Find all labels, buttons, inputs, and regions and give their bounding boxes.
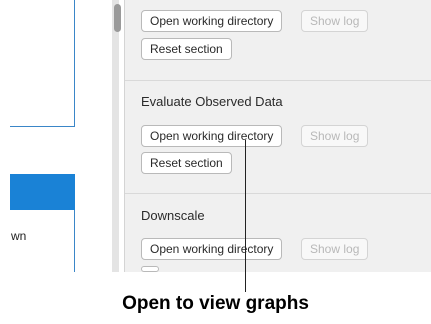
left-pane-selected-item[interactable] [10, 174, 75, 210]
sections-panel: Open working directory Show log Reset se… [124, 0, 431, 272]
reset-section-button[interactable] [141, 266, 159, 272]
left-pane-item-label: wn [11, 229, 27, 243]
scrollbar-thumb[interactable] [114, 4, 121, 32]
show-log-button[interactable]: Show log [301, 125, 369, 147]
section-title: Downscale [141, 208, 205, 223]
section-title: Evaluate Observed Data [141, 94, 283, 109]
reset-section-button[interactable]: Reset section [141, 38, 232, 60]
left-pane-border-lower [74, 210, 75, 272]
show-log-button[interactable]: Show log [301, 238, 369, 260]
left-pane-divider [10, 126, 75, 127]
open-working-directory-button[interactable]: Open working directory [141, 10, 283, 32]
callout-line [245, 140, 246, 292]
callout-label: Open to view graphs [122, 293, 309, 314]
show-log-button[interactable]: Show log [301, 10, 369, 32]
open-working-directory-button[interactable]: Open working directory [141, 238, 283, 260]
splitter[interactable] [112, 0, 119, 272]
open-working-directory-button[interactable]: Open working directory [141, 125, 283, 147]
section-divider [125, 80, 431, 81]
left-pane-border [74, 0, 75, 127]
reset-section-button[interactable]: Reset section [141, 152, 232, 174]
section-divider [125, 193, 431, 194]
